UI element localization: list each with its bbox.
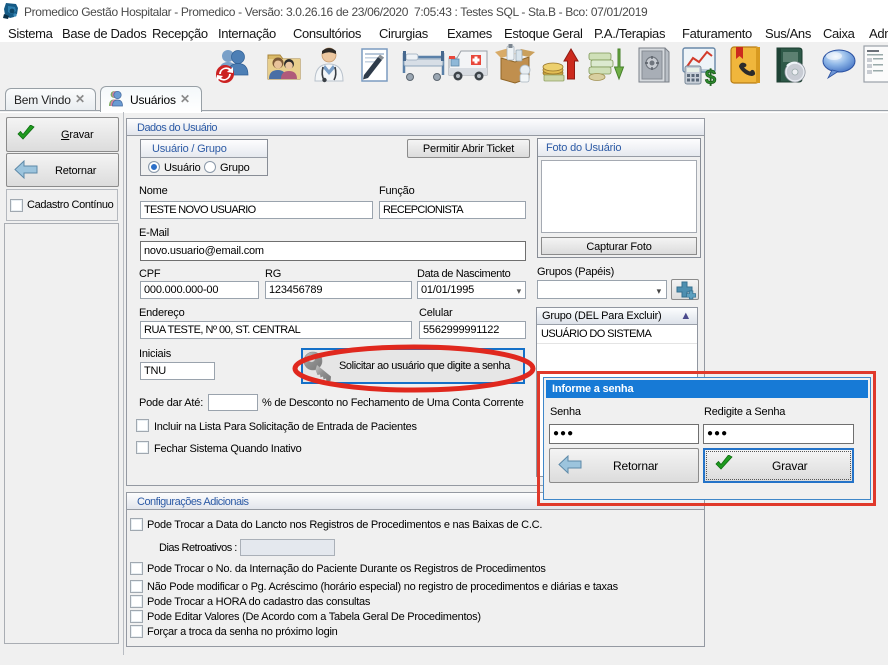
svg-text:$: $ [705, 67, 716, 86]
